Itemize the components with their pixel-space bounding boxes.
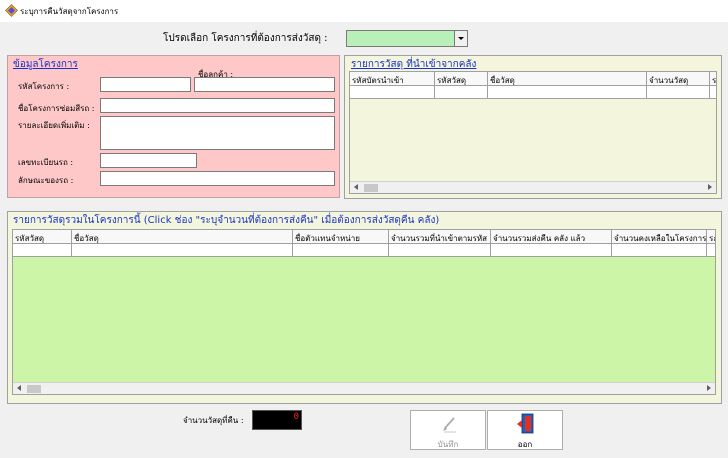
table-cell[interactable] bbox=[389, 244, 491, 257]
scroll-right-icon[interactable] bbox=[707, 385, 711, 391]
details-label: รายละเอียดเพิ่มเติม : bbox=[18, 121, 90, 130]
exit-door-icon bbox=[517, 413, 534, 434]
column-header[interactable]: ชื่อวัสดุ bbox=[72, 230, 293, 244]
project-info-title: ข้อมูลโครงการ bbox=[13, 59, 78, 70]
details-textarea[interactable] bbox=[100, 116, 335, 150]
table-cell[interactable] bbox=[293, 244, 389, 257]
registration-label: เลขทะเบียนรถ : bbox=[18, 158, 74, 167]
horizontal-scrollbar[interactable] bbox=[350, 181, 716, 193]
column-header[interactable]: รหัสบัตรนำเข้า bbox=[350, 72, 435, 86]
app-icon bbox=[5, 4, 18, 17]
vehicle-type-label: ลักษณะของรถ : bbox=[18, 176, 74, 185]
table-cell[interactable] bbox=[488, 86, 647, 99]
save-button-label: บันทึก bbox=[437, 440, 459, 449]
exit-button-label: ออก bbox=[517, 440, 533, 449]
table-cell[interactable] bbox=[710, 86, 716, 99]
scrollbar-thumb[interactable] bbox=[364, 184, 378, 192]
repair-project-name-field[interactable] bbox=[100, 98, 335, 113]
warehouse-items-grid[interactable]: รหัสบัตรนำเข้า รหัสวัสดุ ชื่อวัสดุ จำนวน… bbox=[349, 71, 717, 194]
project-select-prompt: โปรดเลือก โครงการที่ต้องการส่งวัสดุ : bbox=[163, 33, 328, 44]
scroll-right-icon[interactable] bbox=[708, 184, 712, 190]
table-cell[interactable] bbox=[612, 244, 707, 257]
column-header[interactable]: จำนวนรวมที่นำเข้าตามรหัส bbox=[389, 230, 491, 244]
registration-field[interactable] bbox=[100, 153, 197, 168]
table-cell[interactable] bbox=[491, 244, 612, 257]
return-count-display: 0 bbox=[252, 410, 302, 430]
table-cell[interactable] bbox=[13, 244, 72, 257]
column-header[interactable]: รหัสวัสดุ bbox=[13, 230, 72, 244]
table-cell[interactable] bbox=[707, 244, 715, 257]
scrollbar-thumb[interactable] bbox=[27, 385, 41, 393]
column-header[interactable]: จำนวนรวมส่งคืน คลัง แล้ว bbox=[491, 230, 612, 244]
column-header[interactable]: ชื่อตัวแทนจำหน่าย bbox=[293, 230, 389, 244]
table-cell[interactable] bbox=[435, 86, 488, 99]
vehicle-type-field[interactable] bbox=[100, 171, 335, 186]
table-cell[interactable] bbox=[350, 86, 435, 99]
repair-project-name-label: ชื่อโครงการซ่อมสีรถ : bbox=[18, 104, 95, 113]
column-header[interactable]: จำนวนคงเหลือในโครงการ bbox=[612, 230, 707, 244]
column-header[interactable]: ชื่อวัสดุ bbox=[488, 72, 647, 86]
return-count-value: 0 bbox=[293, 412, 299, 422]
scroll-left-icon[interactable] bbox=[17, 385, 21, 391]
save-button[interactable]: บันทึก bbox=[410, 410, 486, 450]
pen-icon bbox=[443, 417, 456, 433]
return-count-label: จำนวนวัสดุที่คืน : bbox=[183, 416, 244, 425]
title-bar: ระบุการคืนวัสดุจากโครงการ bbox=[0, 0, 728, 22]
customer-name-field[interactable] bbox=[194, 77, 335, 92]
table-cell[interactable] bbox=[72, 244, 293, 257]
column-header[interactable]: รหัสวัสดุ bbox=[435, 72, 488, 86]
project-items-grid[interactable]: รหัสวัสดุ ชื่อวัสดุ ชื่อตัวแทนจำหน่าย จำ… bbox=[12, 229, 716, 395]
horizontal-scrollbar[interactable] bbox=[13, 382, 715, 394]
column-header[interactable]: ร bbox=[710, 72, 716, 86]
warehouse-items-title: รายการวัสดุ ที่นำเข้าจากคลัง bbox=[351, 59, 477, 70]
table-cell[interactable] bbox=[647, 86, 710, 99]
project-code-field[interactable] bbox=[100, 77, 191, 92]
project-code-label: รหัสโครงการ : bbox=[18, 82, 70, 91]
project-select-dropdown[interactable] bbox=[346, 30, 468, 47]
project-items-title: รายการวัสดุรวมในโครงการนี้ (Click ช่อง "… bbox=[13, 215, 440, 226]
column-header[interactable]: ระ bbox=[707, 230, 715, 244]
column-header[interactable]: จำนวนวัสดุ bbox=[647, 72, 710, 86]
chevron-down-icon[interactable] bbox=[454, 31, 467, 46]
exit-button[interactable]: ออก bbox=[487, 410, 563, 450]
window-title: ระบุการคืนวัสดุจากโครงการ bbox=[20, 7, 119, 16]
scroll-left-icon[interactable] bbox=[354, 184, 358, 190]
